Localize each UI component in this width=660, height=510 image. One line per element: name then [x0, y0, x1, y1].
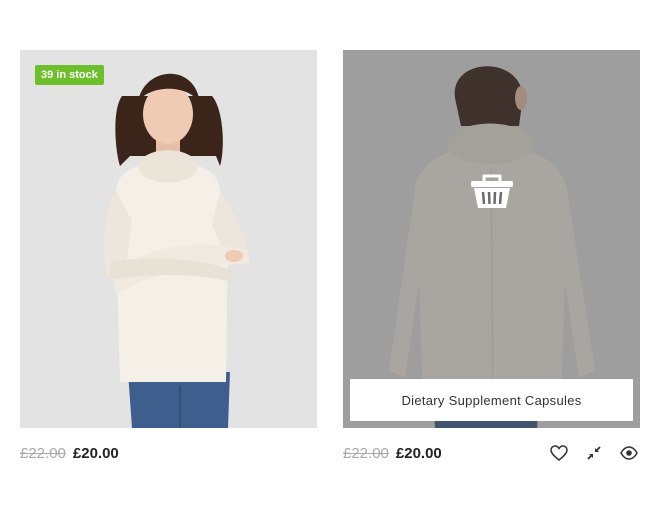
product-actions: [548, 442, 640, 464]
compare-icon: [587, 446, 601, 460]
price-row: £22.00 £20.00: [20, 428, 317, 478]
product-card: Dietary Supplement Capsules £22.00 £20.0…: [343, 50, 640, 478]
old-price: £22.00: [20, 444, 66, 462]
price-row: £22.00 £20.00: [343, 428, 640, 478]
eye-icon: [620, 446, 638, 460]
product-image[interactable]: Dietary Supplement Capsules: [343, 50, 640, 428]
hover-overlay: [343, 50, 640, 428]
sale-price: £20.00: [395, 444, 442, 462]
model-front-photo: [20, 50, 317, 428]
add-to-cart-button[interactable]: Dietary Supplement Capsules: [350, 379, 633, 421]
heart-icon: [550, 445, 568, 461]
basket-icon[interactable]: [469, 168, 515, 214]
sale-price: £20.00: [72, 444, 119, 462]
quickview-button[interactable]: [618, 442, 640, 464]
compare-button[interactable]: [583, 442, 605, 464]
old-price: £22.00: [343, 444, 389, 462]
product-card: 39 in stock £22.00 £20.00: [20, 50, 317, 478]
wishlist-button[interactable]: [548, 442, 570, 464]
stock-badge: 39 in stock: [35, 65, 104, 85]
product-image[interactable]: 39 in stock: [20, 50, 317, 428]
